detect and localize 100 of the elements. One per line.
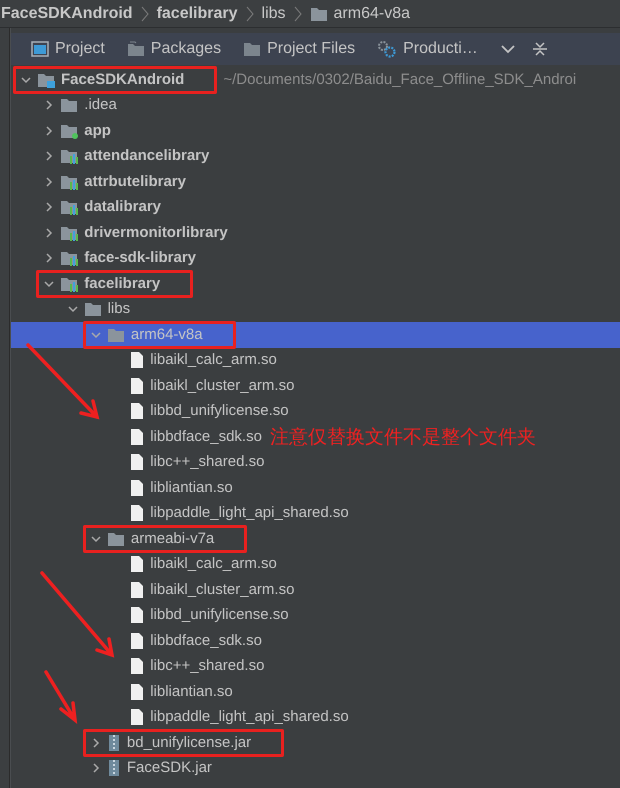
folder-icon (310, 6, 328, 22)
breadcrumb-item[interactable]: facelibrary (156, 2, 238, 26)
chevron-right-icon (140, 6, 149, 22)
chevron-right-icon (294, 6, 302, 22)
tree-row[interactable]: facelibrary (11, 271, 620, 296)
tree-item-label: libbdface_sdk.so (150, 426, 262, 446)
tree-row[interactable]: libliantian.so (11, 475, 620, 500)
tree-row[interactable]: FaceSDKAndroid ~/Documents/0302/Baidu_Face_Offline_SDK_Androi (11, 67, 620, 92)
tree-row[interactable]: libaikl_calc_arm.so (11, 348, 620, 373)
view-tab[interactable]: Project Files (243, 37, 356, 61)
tree-row[interactable]: attendancelibrary (11, 144, 620, 169)
tree-item-label: datalibrary (84, 197, 161, 217)
tree-row[interactable]: .idea (11, 92, 620, 118)
tree-row[interactable]: armeabi-v7a (11, 526, 620, 552)
tree-item-label: app (84, 120, 111, 140)
module-folder-icon (60, 250, 78, 266)
file-icon (130, 708, 144, 726)
file-icon (130, 606, 144, 624)
archive-icon (106, 734, 121, 752)
tree-item-label: libliantian.so (150, 682, 233, 702)
tree-item-label: arm64-v8a (130, 324, 203, 344)
file-icon (130, 351, 144, 370)
file-icon (130, 682, 144, 701)
module-folder-icon (60, 224, 78, 241)
tree-row[interactable]: libaikl_calc_arm.so (11, 552, 620, 577)
tree-item-label: FaceSDKAndroid (61, 70, 184, 90)
folder-icon (37, 72, 55, 88)
tree-row[interactable]: libaikl_cluster_arm.so (11, 577, 620, 602)
project-path: ~/Documents/0302/Baidu_Face_Offline_SDK_Androi (223, 70, 576, 90)
file-icon (130, 657, 144, 676)
module-folder-icon (60, 199, 78, 216)
tree-row[interactable]: FaceSDK.jar (11, 756, 620, 781)
tree-row[interactable]: libc++_shared.so (11, 654, 620, 679)
file-icon (130, 555, 144, 574)
breadcrumb-item[interactable]: FaceSDKAndroid (1, 2, 133, 26)
tree-row[interactable]: libliantian.so (11, 679, 620, 704)
tree-item-label: libbd_unifylicense.so (150, 605, 289, 625)
tree-row[interactable]: attrbutelibrary (11, 169, 620, 194)
view-tab[interactable]: Project (31, 37, 105, 61)
tree-row[interactable]: libs (11, 296, 620, 322)
tree-item-label: libaikl_cluster_arm.so (150, 376, 294, 396)
archive-icon (106, 759, 121, 778)
tree-item-label: drivermonitorlibrary (84, 222, 228, 242)
tree-row[interactable]: libpaddle_light_api_shared.so (11, 704, 620, 730)
file-icon (130, 402, 144, 420)
tree-item-label: libbdface_sdk.so (150, 630, 262, 650)
tree-row[interactable]: libbd_unifylicense.so (11, 398, 620, 424)
tree-row[interactable]: libpaddle_light_api_shared.so (11, 500, 620, 526)
file-icon (130, 478, 144, 497)
tree-row[interactable]: bd_unifylicense.jar (11, 730, 620, 756)
view-tab[interactable]: Producti… (377, 37, 478, 61)
tree-item-label: libc++_shared.so (150, 452, 264, 472)
view-tab[interactable]: Packages (126, 37, 222, 61)
file-icon (130, 580, 144, 599)
chevron-right-icon (246, 6, 254, 22)
tree-item-label: armeabi-v7a (130, 528, 214, 548)
tree-item-label: libbd_unifylicense.so (150, 401, 289, 421)
file-icon (130, 453, 144, 472)
module-folder-icon (60, 276, 78, 292)
tree-row[interactable]: libc++_shared.so (11, 450, 620, 475)
tree-item-label: face-sdk-library (84, 248, 196, 268)
folder-icon (60, 122, 78, 139)
breadcrumb-item[interactable]: arm64-v8a (334, 2, 410, 26)
folder-icon (106, 326, 125, 343)
folders-icon (126, 41, 145, 57)
module-folder-icon (60, 148, 78, 164)
file-icon (130, 376, 144, 395)
tree-item-label: libpaddle_light_api_shared.so (150, 707, 349, 727)
file-icon (130, 632, 144, 650)
tree-row[interactable]: libbdface_sdk.so 注意仅替换文件不是整个文件夹 (11, 424, 620, 450)
tree-row[interactable]: libbdface_sdk.so (11, 628, 620, 654)
tree-item-label: attrbutelibrary (84, 172, 186, 192)
tree-row[interactable]: datalibrary (11, 194, 620, 220)
tree-item-label: bd_unifylicense.jar (126, 732, 252, 752)
window-icon (31, 41, 49, 57)
breadcrumb-item[interactable]: libs (262, 2, 286, 26)
tree-row[interactable]: face-sdk-library (11, 246, 620, 271)
annotation-arrow (44, 670, 78, 724)
tree-item-label: libaikl_cluster_arm.so (150, 580, 294, 600)
collapse-all-icon[interactable] (532, 41, 548, 57)
gears-icon (377, 40, 398, 58)
folder-icon (84, 301, 102, 318)
folder-icon (243, 41, 262, 57)
annotation-note: 注意仅替换文件不是整个文件夹 (270, 424, 536, 450)
module-folder-icon (60, 174, 78, 190)
file-icon (130, 504, 144, 522)
tree-item-label: libpaddle_light_api_shared.so (150, 503, 349, 523)
tree-row[interactable]: libaikl_cluster_arm.so (11, 373, 620, 398)
tree-item-label: libliantian.so (150, 478, 233, 498)
folder-icon (60, 97, 78, 114)
tree-row[interactable]: libbd_unifylicense.so (11, 602, 620, 628)
tree-row[interactable]: app (11, 118, 620, 144)
tree-row[interactable]: drivermonitorlibrary (11, 220, 620, 246)
tree-item-label: FaceSDK.jar (126, 758, 212, 778)
folder-icon (106, 530, 125, 547)
tree-item-label: libaikl_calc_arm.so (150, 554, 277, 574)
tree-item-label: .idea (84, 95, 117, 115)
tree-item-label: libc++_shared.so (150, 656, 264, 676)
tree-item-label: attendancelibrary (84, 146, 210, 166)
file-icon (130, 428, 144, 446)
